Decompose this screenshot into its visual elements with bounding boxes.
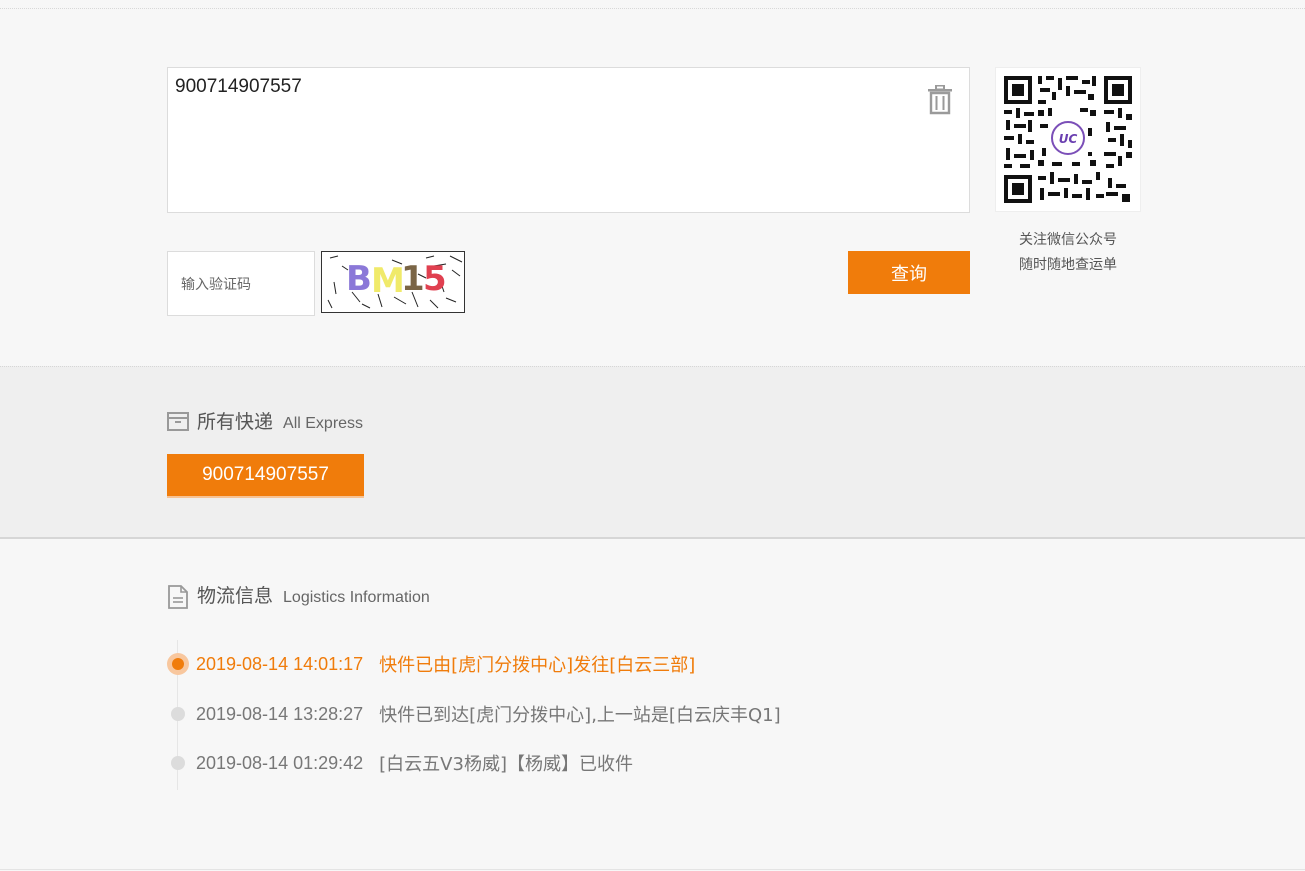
qr-logo-text: UC xyxy=(1059,132,1078,146)
timeline-event: 2019-08-14 13:28:27 快件已到达[虎门分拨中心],上一站是[白… xyxy=(167,702,781,726)
event-time: 2019-08-14 13:28:27 xyxy=(196,703,364,724)
qr-caption: 关注微信公众号 随时随地查运单 xyxy=(995,228,1141,278)
event-description: 快件已由[虎门分拨中心]发往[白云三部] xyxy=(379,655,696,676)
qr-caption-line1: 关注微信公众号 xyxy=(1019,232,1117,248)
bottom-divider xyxy=(0,869,1305,870)
svg-text:5: 5 xyxy=(423,259,447,299)
timeline-event: 2019-08-14 01:29:42 [白云五V3杨威]【杨威】已收件 xyxy=(167,751,633,775)
captcha-input[interactable] xyxy=(167,251,315,316)
timeline-dot xyxy=(171,707,185,721)
svg-text:1: 1 xyxy=(401,259,425,299)
timeline-dot xyxy=(171,756,185,770)
tracking-number-value[interactable]: 900714907557 xyxy=(175,76,302,98)
express-section-header: 所有快递 All Express xyxy=(167,407,363,434)
box-icon xyxy=(167,411,189,431)
top-divider xyxy=(0,8,1305,9)
express-title-en: All Express xyxy=(283,415,364,432)
event-time: 2019-08-14 14:01:17 xyxy=(196,653,364,674)
logistics-title-en: Logistics Information xyxy=(283,589,430,606)
event-description: [白云五V3杨威]【杨威】已收件 xyxy=(379,754,633,775)
event-description: 快件已到达[虎门分拨中心],上一站是[白云庆丰Q1] xyxy=(379,705,781,726)
wechat-qr-code: UC xyxy=(995,67,1141,212)
event-time: 2019-08-14 01:29:42 xyxy=(196,752,364,773)
timeline-dot-active xyxy=(167,653,189,675)
express-section xyxy=(0,366,1305,539)
qr-caption-line2: 随时随地查运单 xyxy=(1019,257,1117,273)
trash-icon[interactable] xyxy=(927,84,953,115)
document-icon xyxy=(167,584,189,609)
query-button[interactable]: 查询 xyxy=(848,251,970,294)
timeline-event-latest: 2019-08-14 14:01:17 快件已由[虎门分拨中心]发往[白云三部] xyxy=(167,652,695,676)
logistics-section-header: 物流信息 Logistics Information xyxy=(167,581,430,609)
captcha-image[interactable]: B M 1 5 xyxy=(321,251,465,313)
tracking-number-textarea[interactable]: 900714907557 xyxy=(167,67,970,213)
svg-text:M: M xyxy=(371,261,405,301)
express-title: 所有快递 xyxy=(197,411,274,433)
svg-text:B: B xyxy=(346,259,372,299)
logistics-title: 物流信息 xyxy=(197,585,274,607)
express-tab[interactable]: 900714907557 xyxy=(167,454,364,498)
